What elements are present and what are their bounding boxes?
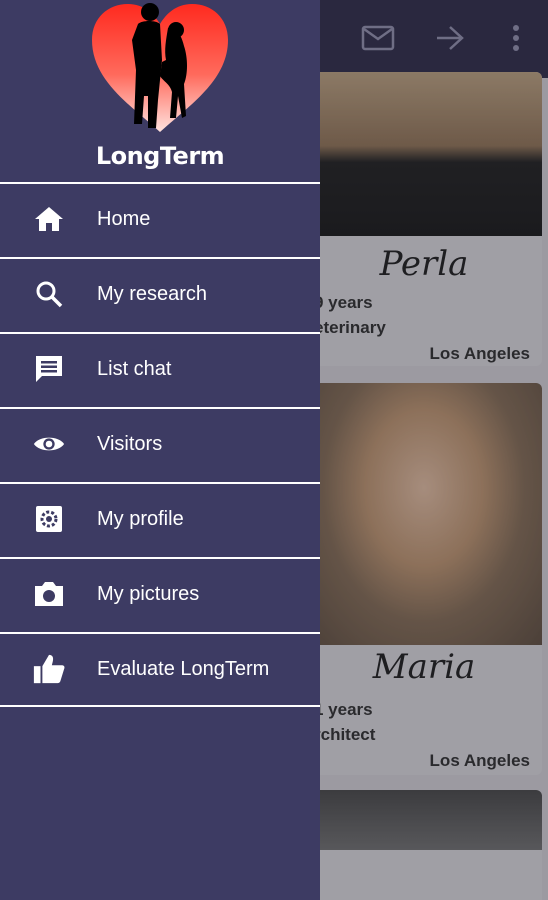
home-icon [32, 202, 66, 236]
camera-icon [32, 577, 66, 611]
eye-icon [32, 427, 66, 461]
drawer-item-label: List chat [97, 358, 172, 380]
navigation-drawer: LongTerm Home My research List chat Visi… [0, 0, 320, 900]
drawer-item-my-research[interactable]: My research [0, 257, 320, 332]
thumb-up-icon [32, 652, 66, 686]
drawer-item-home[interactable]: Home [0, 182, 320, 257]
drawer-item-label: Home [97, 208, 151, 230]
drawer-item-label: My pictures [97, 583, 200, 605]
drawer-item-label: Evaluate LongTerm [97, 658, 270, 680]
drawer-item-my-pictures[interactable]: My pictures [0, 557, 320, 632]
drawer-item-visitors[interactable]: Visitors [0, 407, 320, 482]
settings-icon [32, 502, 66, 536]
drawer-item-evaluate[interactable]: Evaluate LongTerm [0, 632, 320, 707]
drawer-menu: Home My research List chat Visitors My p… [0, 182, 320, 707]
chat-icon [32, 352, 66, 386]
drawer-item-label: My research [97, 283, 208, 305]
app-brand-title: LongTerm [95, 142, 225, 170]
drawer-item-list-chat[interactable]: List chat [0, 332, 320, 407]
drawer-item-label: My profile [97, 508, 184, 530]
app-logo [92, 3, 228, 132]
drawer-item-label: Visitors [97, 433, 163, 455]
search-icon [32, 277, 66, 311]
drawer-header: LongTerm [0, 0, 320, 182]
drawer-item-my-profile[interactable]: My profile [0, 482, 320, 557]
